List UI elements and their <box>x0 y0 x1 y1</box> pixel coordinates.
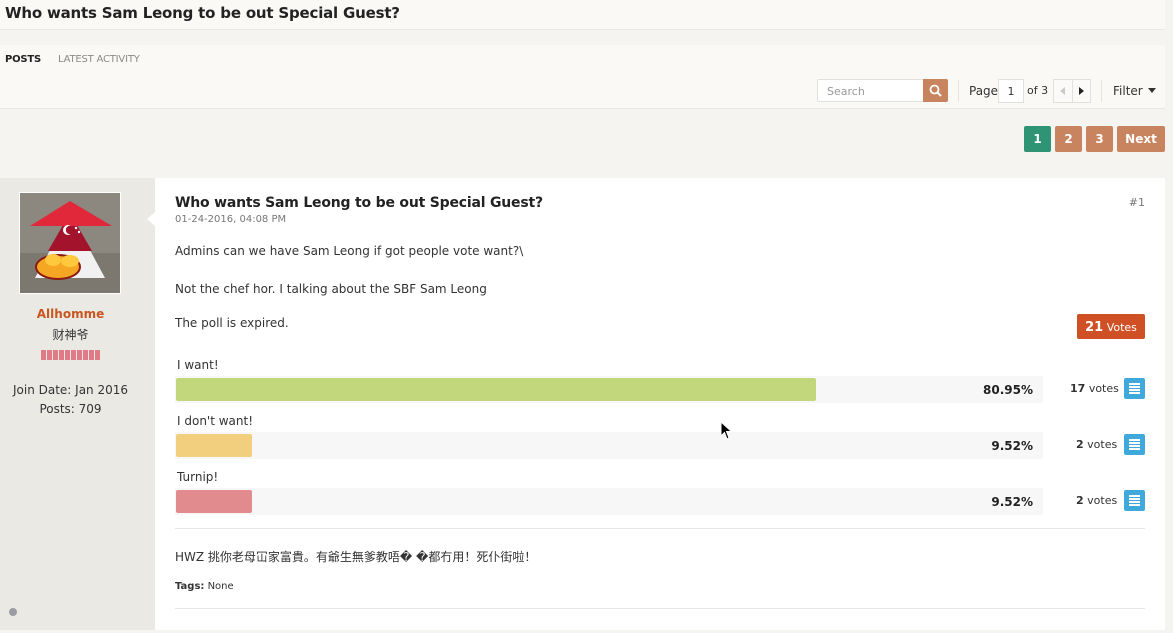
page-3-button[interactable]: 3 <box>1086 126 1113 152</box>
join-date: Join Date: Jan 2016 <box>12 383 129 397</box>
reputation-bar <box>41 350 100 360</box>
divider <box>1101 80 1102 102</box>
list-icon-line <box>1129 445 1140 447</box>
search-input[interactable]: Search <box>817 79 923 102</box>
poll-option-label: I want! <box>177 358 219 372</box>
reputation-segment <box>65 350 70 360</box>
reputation-segment <box>77 350 82 360</box>
list-icon-line <box>1129 504 1140 506</box>
voters-list-button[interactable] <box>1124 490 1145 511</box>
post-pointer-arrow <box>147 212 155 226</box>
post-body-line: Not the chef hor. I talking about the SB… <box>175 282 487 296</box>
list-icon-line <box>1129 392 1140 394</box>
reputation-segment <box>83 350 88 360</box>
poll-option-vote-count: 2 <box>1076 438 1084 451</box>
reputation-segment <box>41 350 46 360</box>
list-icon-line <box>1129 383 1140 385</box>
caret-down-icon <box>1147 88 1156 93</box>
avatar[interactable] <box>19 192 121 294</box>
filter-dropdown[interactable]: Filter <box>1113 84 1156 98</box>
list-icon-line <box>1129 439 1140 441</box>
poll-option-votes[interactable]: 17 votes <box>1070 382 1119 395</box>
page-total: of 3 <box>1027 84 1049 97</box>
post-date: 01-24-2016, 04:08 PM <box>175 214 287 225</box>
reputation-segment <box>89 350 94 360</box>
post-content: Who wants Sam Leong to be out Special Gu… <box>147 178 1165 630</box>
page-2-button[interactable]: 2 <box>1055 126 1082 152</box>
poll-option-bar-fill <box>176 490 252 513</box>
reputation-segment <box>53 350 58 360</box>
avatar-image <box>20 193 120 293</box>
reputation-segment <box>71 350 76 360</box>
offline-status-icon <box>9 608 17 616</box>
poll-option-bar-track: 9.52% <box>175 432 1043 459</box>
poll-option-votes[interactable]: 2 votes <box>1076 438 1117 451</box>
divider <box>175 528 1145 529</box>
total-votes-count: 21 <box>1085 320 1104 335</box>
reputation-segment <box>47 350 52 360</box>
tags-value: None <box>207 581 234 592</box>
voters-list-button[interactable] <box>1124 378 1145 399</box>
mouse-cursor-icon <box>720 421 733 440</box>
tags: Tags: None <box>175 581 234 592</box>
reputation-segment <box>59 350 64 360</box>
post-count: Posts: 709 <box>39 402 102 416</box>
poll-option-bar-track: 80.95% <box>175 376 1043 403</box>
thread-toolbar: POSTS LATEST ACTIVITY Search Page 1 of 3… <box>0 45 1165 109</box>
poll-option-vote-count: 17 <box>1070 382 1086 395</box>
post-number-link[interactable]: #1 <box>1129 196 1145 209</box>
title-bar: Who wants Sam Leong to be out Special Gu… <box>0 0 1173 30</box>
reputation-segment <box>95 350 100 360</box>
poll-option-vote-count: 2 <box>1076 494 1084 507</box>
voters-list-button[interactable] <box>1124 434 1145 455</box>
poll-option-percent: 80.95% <box>983 383 1033 397</box>
poll-option-votes[interactable]: 2 votes <box>1076 494 1117 507</box>
list-icon-line <box>1129 498 1140 500</box>
search-icon <box>929 84 942 97</box>
list-icon-line <box>1129 495 1140 497</box>
poll-option-bar-track: 9.52% <box>175 488 1043 515</box>
search-button[interactable] <box>923 79 948 102</box>
tags-label: Tags: <box>175 581 205 592</box>
divider <box>175 608 1145 609</box>
poll-status: The poll is expired. <box>175 316 289 330</box>
poll-option-percent: 9.52% <box>991 495 1033 509</box>
next-page-button[interactable] <box>1072 79 1091 103</box>
tab-latest-activity[interactable]: LATEST ACTIVITY <box>58 54 140 65</box>
list-icon-line <box>1129 448 1140 450</box>
poll-option-percent: 9.52% <box>991 439 1033 453</box>
total-votes-badge: 21 Votes <box>1077 314 1145 339</box>
username-link[interactable]: Allhomme <box>0 307 141 321</box>
signature: HWZ 挑你老母冚家富貴。有爺生無爹教唔� �都冇用！死仆街啦！ <box>175 550 537 564</box>
page-1-button[interactable]: 1 <box>1024 126 1051 152</box>
user-info-panel: Allhomme 财神爷 Join Date: Jan 2016 Posts: … <box>0 178 155 630</box>
page-number-input[interactable]: 1 <box>998 79 1024 103</box>
tab-posts[interactable]: POSTS <box>5 54 41 65</box>
poll-option-bar-fill <box>176 434 252 457</box>
list-icon-line <box>1129 442 1140 444</box>
list-icon-line <box>1129 389 1140 391</box>
page-margin <box>1165 0 1173 633</box>
poll-option-bar-fill <box>176 378 817 401</box>
list-icon-line <box>1129 386 1140 388</box>
prev-page-button[interactable] <box>1053 79 1072 103</box>
thread-title: Who wants Sam Leong to be out Special Gu… <box>5 4 400 22</box>
user-title: 财神爷 <box>52 328 89 342</box>
poll-option-label: Turnip! <box>177 470 219 484</box>
poll-option-vote-label: votes <box>1087 438 1118 451</box>
next-button[interactable]: Next <box>1117 126 1165 152</box>
poll-option-vote-label: votes <box>1088 382 1119 395</box>
total-votes-label: Votes <box>1106 321 1137 334</box>
post-body-line: Admins can we have Sam Leong if got peop… <box>175 244 524 258</box>
filter-label: Filter <box>1113 84 1143 98</box>
post-title: Who wants Sam Leong to be out Special Gu… <box>175 195 543 211</box>
list-icon-line <box>1129 501 1140 503</box>
chevron-left-icon <box>1060 87 1065 95</box>
post: Allhomme 财神爷 Join Date: Jan 2016 Posts: … <box>0 178 1165 630</box>
poll-option-vote-label: votes <box>1087 494 1118 507</box>
page-label: Page <box>969 84 999 98</box>
poll-option-label: I don't want! <box>177 414 254 428</box>
divider <box>958 80 959 102</box>
chevron-right-icon <box>1079 87 1084 95</box>
